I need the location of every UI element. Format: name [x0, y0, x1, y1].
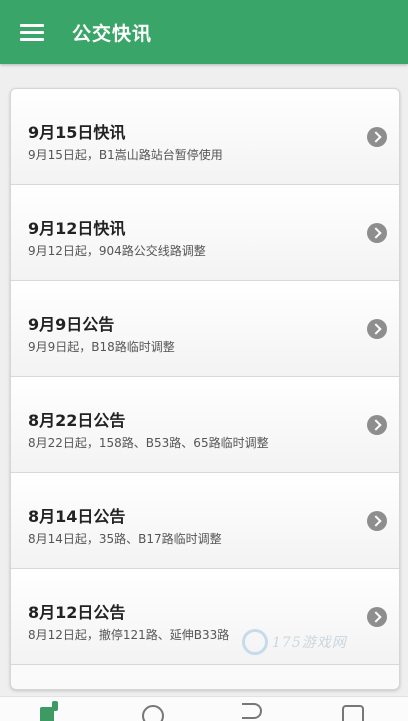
chevron-right-icon	[367, 319, 387, 339]
list-item[interactable]: 9月15日快讯 9月15日起，B1嵩山路站台暂停使用	[11, 89, 399, 185]
item-subtitle: 9月12日起，904路公交线路调整	[28, 244, 206, 258]
list-item[interactable]: 9月12日快讯 9月12日起，904路公交线路调整	[11, 185, 399, 281]
news-list: 9月15日快讯 9月15日起，B1嵩山路站台暂停使用 9月12日快讯 9月12日…	[10, 88, 400, 690]
app-header: 公交快讯	[0, 0, 408, 64]
home-icon	[40, 701, 58, 721]
item-subtitle: 9月15日起，B1嵩山路站台暂停使用	[28, 148, 223, 162]
item-title: 8月12日公告	[28, 603, 126, 622]
search-button[interactable]	[124, 697, 184, 721]
list-item[interactable]: 8月14日公告 8月14日起，35路、B17路临时调整	[11, 473, 399, 569]
menu-icon[interactable]	[20, 22, 46, 42]
search-icon	[142, 705, 164, 721]
chevron-right-icon	[367, 223, 387, 243]
chevron-right-icon	[367, 415, 387, 435]
home-button[interactable]	[24, 697, 84, 721]
item-title: 8月22日公告	[28, 411, 126, 430]
item-subtitle: 8月22日起，158路、B53路、65路临时调整	[28, 436, 269, 450]
item-title: 9月12日快讯	[28, 219, 126, 238]
item-subtitle: 9月9日起，B18路临时调整	[28, 340, 175, 354]
chevron-right-icon	[367, 127, 387, 147]
chevron-right-icon	[367, 607, 387, 627]
list-item[interactable]: 8月22日公告 8月22日起，158路、B53路、65路临时调整	[11, 377, 399, 473]
item-subtitle: 8月14日起，35路、B17路临时调整	[28, 532, 222, 546]
page-title: 公交快讯	[72, 22, 153, 45]
site-watermark: 175游戏网	[242, 628, 347, 656]
system-nav-bar	[0, 696, 408, 721]
back-icon	[242, 703, 262, 719]
item-title: 9月9日公告	[28, 315, 115, 334]
item-title: 9月15日快讯	[28, 123, 126, 142]
watermark-text: 175游戏网	[272, 635, 347, 651]
back-button[interactable]	[224, 697, 284, 721]
item-subtitle: 8月12日起，撤停121路、延伸B33路	[28, 628, 230, 642]
item-title: 8月14日公告	[28, 507, 126, 526]
recent-apps-button[interactable]	[322, 697, 382, 721]
watermark-logo-icon	[242, 629, 268, 655]
list-item[interactable]: 9月9日公告 9月9日起，B18路临时调整	[11, 281, 399, 377]
chevron-right-icon	[367, 511, 387, 531]
recent-apps-icon	[342, 705, 364, 721]
